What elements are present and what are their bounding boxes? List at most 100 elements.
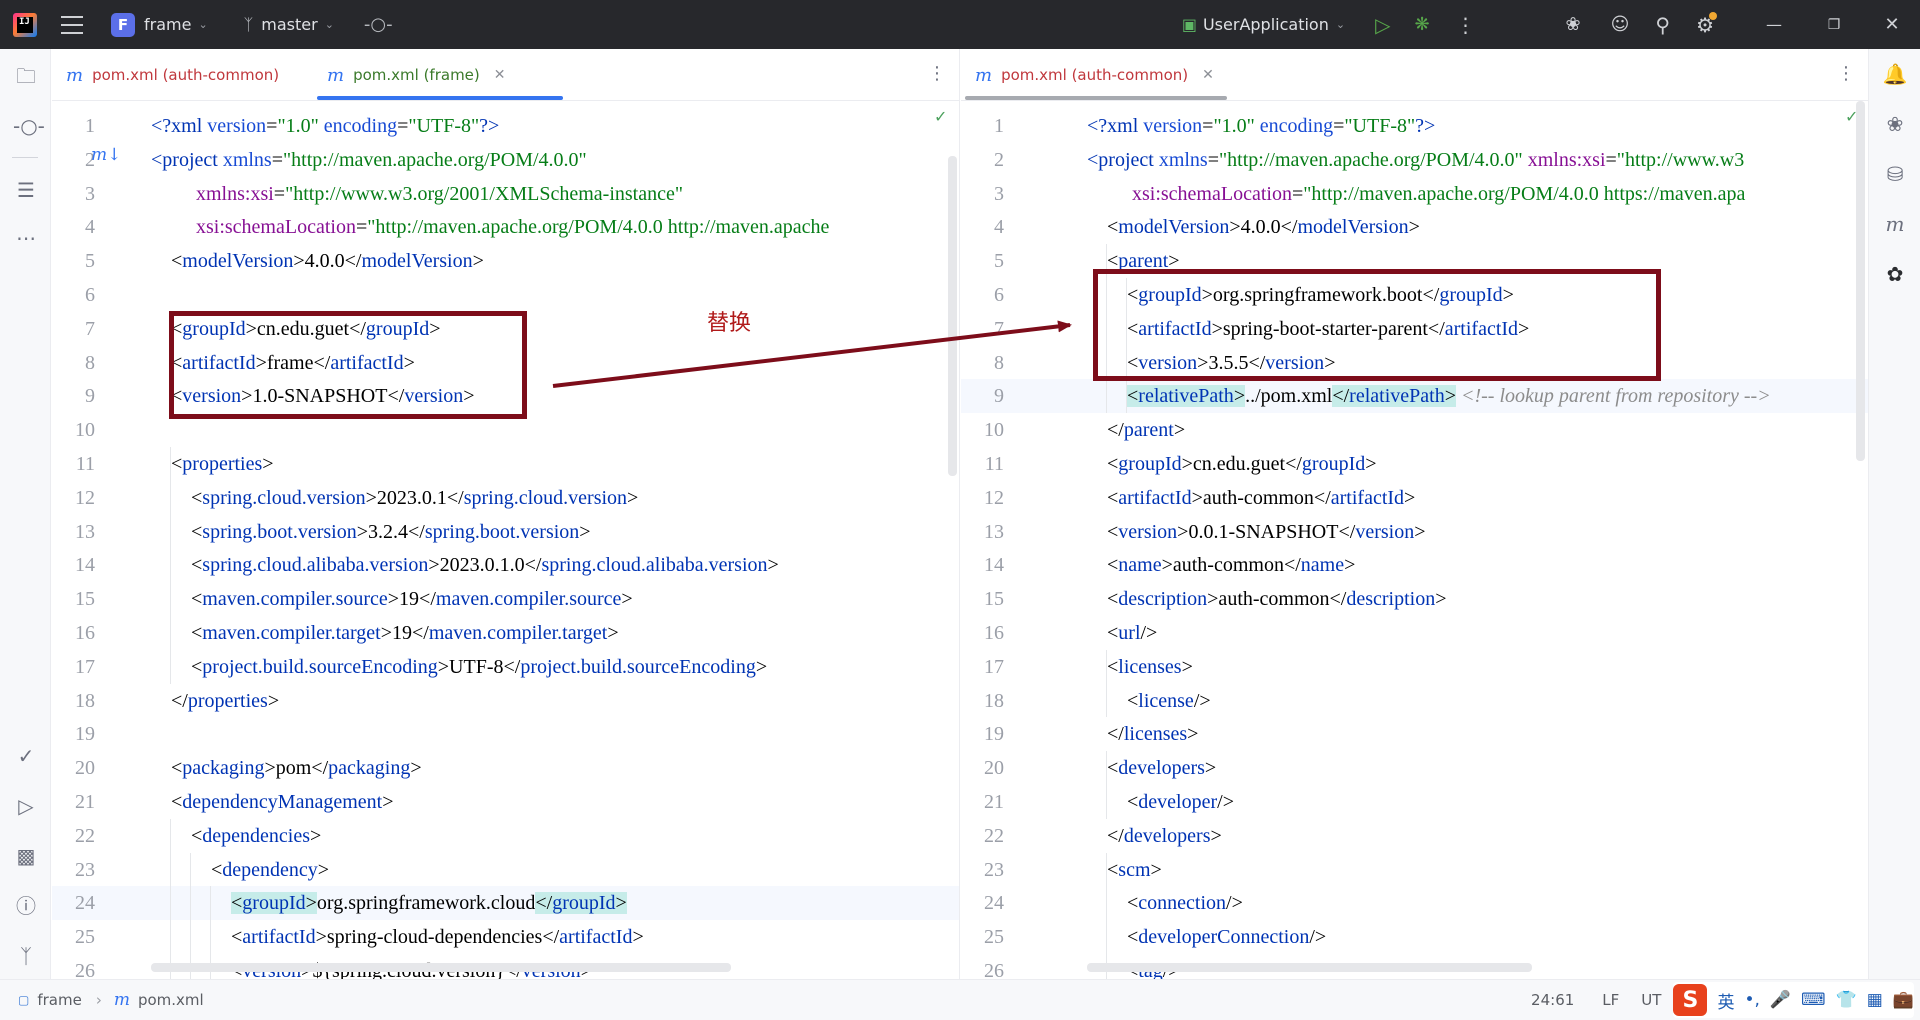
code-line: <scm> xyxy=(1087,858,1162,881)
line-number: 6 xyxy=(85,284,95,306)
plugin-icon[interactable]: ✿ xyxy=(1882,261,1908,287)
code-line: </developers> xyxy=(1087,824,1222,847)
no-problems-icon[interactable]: ✓ xyxy=(934,107,947,126)
maven-file-icon: m xyxy=(327,64,345,86)
line-number: 10 xyxy=(984,419,1004,442)
folder-icon: ▢ xyxy=(18,993,30,1007)
add-user-icon[interactable]: ☺ xyxy=(1611,14,1630,35)
tab-pom-frame[interactable]: m pom.xml (frame) ✕ xyxy=(327,49,506,101)
code-line: <modelVersion>4.0.0</modelVersion> xyxy=(151,250,484,273)
code-editor[interactable]: 1 <?xml version="1.0" encoding="UTF-8"?> 2… xyxy=(961,101,1868,979)
tab-label: pom.xml (auth-common) xyxy=(1001,66,1189,84)
git-icon[interactable]: ᛉ xyxy=(13,943,39,969)
horizontal-scrollbar[interactable] xyxy=(1087,963,1532,972)
maven-gutter-icon[interactable]: m↓ xyxy=(91,145,121,165)
line-number: 21 xyxy=(75,791,95,813)
structure-icon[interactable]: ☰ xyxy=(13,177,39,203)
tab-menu-icon[interactable]: ⋮ xyxy=(928,63,946,84)
line-number: 3 xyxy=(85,182,95,205)
more-actions-icon[interactable]: ⋮ xyxy=(1456,13,1476,37)
line-number: 21 xyxy=(984,791,1004,813)
horizontal-scrollbar[interactable] xyxy=(151,963,731,972)
tab-label: pom.xml (auth-common) xyxy=(92,66,280,84)
settings-icon[interactable]: ⚙ xyxy=(1696,11,1717,37)
code-line: <groupId>cn.edu.guet</groupId> xyxy=(1087,453,1377,475)
line-number: 17 xyxy=(984,655,1004,678)
close-tab-icon[interactable]: ✕ xyxy=(494,67,506,83)
breadcrumb-project[interactable]: frame xyxy=(37,991,81,1009)
branch-icon[interactable]: ᛉ xyxy=(244,15,254,34)
vertical-scrollbar[interactable] xyxy=(948,156,957,476)
code-line: </licenses> xyxy=(1087,723,1199,746)
run-config-icon[interactable]: ▣ xyxy=(1182,15,1197,34)
title-bar: IJ F frame ⌄ ᛉ master ⌄ -○- ▣ UserApplic… xyxy=(0,0,1920,49)
maven-file-icon: m xyxy=(66,64,84,86)
line-number: 22 xyxy=(984,824,1004,847)
app-logo-icon[interactable]: IJ xyxy=(13,12,37,37)
tab-bar: m pom.xml (auth-common) m pom.xml (frame… xyxy=(52,49,959,101)
file-encoding[interactable]: UT xyxy=(1641,991,1661,1009)
code-line: <version>0.0.1-SNAPSHOT</version> xyxy=(1087,520,1426,543)
breadcrumb-file[interactable]: pom.xml xyxy=(138,991,204,1009)
toolbox-icon[interactable]: 💼 xyxy=(1893,990,1914,1010)
caret-position[interactable]: 24:61 xyxy=(1531,991,1574,1009)
search-icon[interactable]: ⚲ xyxy=(1655,13,1670,37)
run-config-name[interactable]: UserApplication xyxy=(1203,15,1329,34)
commit-icon[interactable]: -○- xyxy=(13,113,45,139)
highlight-box-left xyxy=(169,311,527,419)
line-number: 19 xyxy=(984,723,1004,746)
punctuation-icon[interactable]: •, xyxy=(1744,990,1759,1010)
microphone-icon[interactable]: 🎤 xyxy=(1770,990,1791,1010)
commit-icon[interactable]: -○- xyxy=(364,14,393,35)
line-number: 11 xyxy=(984,453,1004,475)
line-number: 15 xyxy=(984,588,1004,611)
ime-toolbar[interactable]: S 英 •, 🎤 ⌨ 👕 ▦ 💼 xyxy=(1673,982,1914,1018)
code-line: <dependency> xyxy=(151,858,330,881)
chevron-down-icon[interactable]: ⌄ xyxy=(198,18,207,31)
maven-file-icon: m xyxy=(113,990,130,1010)
code-line: xsi:schemaLocation="http://maven.apache.… xyxy=(1132,182,1746,205)
ai-assistant-icon[interactable]: ❀ xyxy=(1882,111,1908,137)
line-number: 2 xyxy=(85,148,95,171)
terminal-icon[interactable]: ▩ xyxy=(13,843,39,869)
code-line: <packaging>pom</packaging> xyxy=(151,757,422,780)
vertical-scrollbar[interactable] xyxy=(1856,101,1865,461)
restore-icon[interactable]: ❐ xyxy=(1824,17,1844,33)
build-icon[interactable]: ✓ xyxy=(13,743,39,769)
keyboard-icon[interactable]: ⌨ xyxy=(1801,990,1826,1010)
ime-logo-icon[interactable]: S xyxy=(1673,984,1708,1016)
main-menu-icon[interactable] xyxy=(61,15,83,34)
project-name[interactable]: frame xyxy=(144,15,191,34)
tab-pom-auth-common[interactable]: m pom.xml (auth-common) ✕ xyxy=(975,49,1214,101)
notifications-icon[interactable]: 🔔 xyxy=(1882,61,1908,87)
tab-pom-auth-common[interactable]: m pom.xml (auth-common) xyxy=(66,49,279,101)
branch-name[interactable]: master xyxy=(261,15,317,34)
database-icon[interactable]: ⛁ xyxy=(1882,161,1908,187)
skin-icon[interactable]: 👕 xyxy=(1836,990,1857,1010)
problems-icon[interactable]: ⓘ xyxy=(13,893,39,919)
maven-icon[interactable]: m xyxy=(1882,211,1908,237)
chevron-down-icon[interactable]: ⌄ xyxy=(325,18,334,31)
line-number: 13 xyxy=(75,520,95,543)
chevron-down-icon[interactable]: ⌄ xyxy=(1336,18,1345,31)
line-number: 5 xyxy=(994,250,1004,273)
tab-menu-icon[interactable]: ⋮ xyxy=(1837,63,1855,84)
close-tab-icon[interactable]: ✕ xyxy=(1202,67,1214,83)
folder-icon[interactable]: 🗀 xyxy=(13,63,39,89)
line-number: 12 xyxy=(984,486,1004,509)
line-number: 14 xyxy=(984,554,1004,577)
apps-icon[interactable]: ▦ xyxy=(1867,990,1883,1010)
ai-assistant-icon[interactable]: ❀ xyxy=(1566,14,1581,35)
line-number: 1 xyxy=(85,115,95,137)
minimize-icon[interactable]: — xyxy=(1764,15,1784,34)
services-icon[interactable]: ▷ xyxy=(13,793,39,819)
line-separator[interactable]: LF xyxy=(1602,991,1619,1009)
debug-icon[interactable]: ❋ xyxy=(1414,14,1429,35)
project-badge[interactable]: F xyxy=(111,12,135,37)
ime-language[interactable]: 英 xyxy=(1717,988,1734,1013)
code-line: <license/> xyxy=(1087,689,1211,712)
code-editor[interactable]: 1 <?xml version="1.0" encoding="UTF-8"?> 2… xyxy=(52,101,959,979)
run-icon[interactable]: ▷ xyxy=(1375,13,1390,37)
more-tools-icon[interactable]: ⋯ xyxy=(13,225,39,251)
close-icon[interactable]: ✕ xyxy=(1882,14,1902,35)
